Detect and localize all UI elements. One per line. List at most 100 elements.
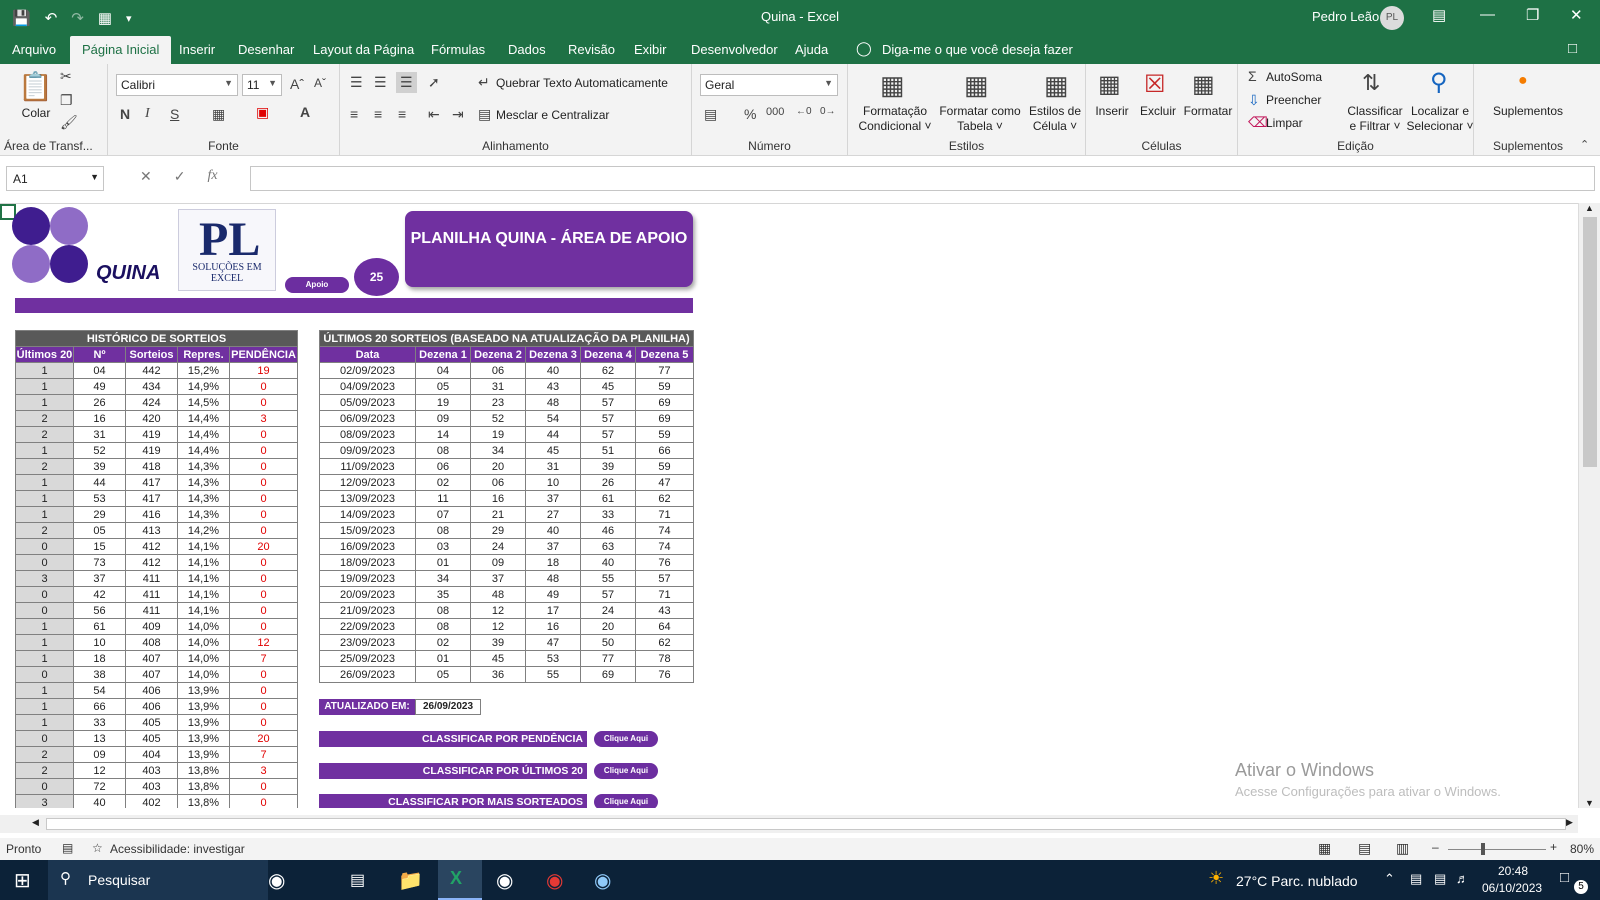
table-cell[interactable]: 0 [15,666,74,683]
table-cell[interactable]: 0 [228,778,299,795]
table-cell[interactable]: 24 [580,602,636,619]
tab-arquivo[interactable]: Arquivo [12,42,56,57]
paste-button[interactable]: Colar [18,106,54,121]
table-cell[interactable]: 02/09/2023 [319,362,416,379]
ribbon-display-icon[interactable]: ▤ [1432,6,1446,24]
insert-cells-icon[interactable]: ▦ [1098,70,1121,99]
minimize-icon[interactable]: — [1480,6,1495,23]
table-cell[interactable]: 0 [228,698,299,715]
table-cell[interactable]: 13,9% [177,698,230,715]
table-cell[interactable]: 434 [125,378,178,395]
table-cell[interactable]: 77 [580,650,636,667]
accessibility-icon[interactable]: ☆ [92,841,103,855]
table-cell[interactable]: 06 [470,474,526,491]
table-cell[interactable]: 0 [228,378,299,395]
table-cell[interactable]: 13,9% [177,746,230,763]
table-cell[interactable]: 27 [525,506,581,523]
table-cell[interactable]: 31 [525,458,581,475]
conditional-format-button[interactable]: Formatação Condicional ˅ [852,104,938,134]
excel-taskbar-button[interactable]: X [438,860,482,900]
scroll-down-icon[interactable]: ▼ [1585,798,1594,808]
table-cell[interactable]: 59 [634,458,695,475]
table-cell[interactable]: 64 [634,618,695,635]
tab-desenvolvedor[interactable]: Desenvolvedor [691,42,778,57]
table-cell[interactable]: 14,1% [177,570,230,587]
table-cell[interactable]: 46 [580,522,636,539]
autosum-button[interactable]: AutoSoma [1266,70,1322,85]
table-cell[interactable]: 54 [73,682,126,699]
table-cell[interactable]: 15 [73,538,126,555]
table-cell[interactable]: 2 [15,458,74,475]
table-cell[interactable]: 14,0% [177,634,230,651]
table-cell[interactable]: 66 [73,698,126,715]
table-cell[interactable]: 06/09/2023 [319,410,416,427]
table-cell[interactable]: 7 [228,650,299,667]
format-table-icon[interactable]: ▦ [964,70,989,101]
shrink-font-icon[interactable]: Aˇ [314,76,326,90]
table-cell[interactable]: 0 [228,794,299,808]
table-cell[interactable]: 406 [125,682,178,699]
classify-pending-button[interactable]: Clique Aqui [594,731,658,747]
table-cell[interactable]: 37 [525,490,581,507]
table-cell[interactable]: 21/09/2023 [319,602,416,619]
table-cell[interactable]: 61 [580,490,636,507]
table-cell[interactable]: 417 [125,490,178,507]
table-cell[interactable]: 69 [634,394,695,411]
formula-input[interactable] [250,166,1595,191]
table-cell[interactable]: 408 [125,634,178,651]
worksheet[interactable]: QUINA PL SOLUÇÕES EM EXCEL Apoio 25 PLAN… [0,203,1578,808]
table-cell[interactable]: 3 [228,762,299,779]
increase-indent-icon[interactable]: ⇥ [452,106,464,123]
table-cell[interactable]: 51 [580,442,636,459]
table-cell[interactable]: 1 [15,506,74,523]
accessibility-status[interactable]: Acessibilidade: investigar [110,842,245,856]
table-cell[interactable]: 76 [634,666,695,683]
taskbar-search[interactable]: ⚲ Pesquisar [48,860,268,900]
clear-icon[interactable]: ⌫ [1248,114,1268,131]
tab-dados[interactable]: Dados [508,42,546,57]
table-cell[interactable]: 71 [634,506,695,523]
table-cell[interactable]: 411 [125,586,178,603]
tab-layout[interactable]: Layout da Página [313,42,414,57]
page-break-view-icon[interactable]: ▥ [1396,840,1409,857]
table-cell[interactable]: 16 [470,490,526,507]
table-cell[interactable]: 45 [525,442,581,459]
table-cell[interactable]: 74 [634,538,695,555]
table-cell[interactable]: 0 [228,554,299,571]
table-cell[interactable]: 37 [470,570,526,587]
addins-button[interactable]: Suplementos [1474,104,1582,119]
table-cell[interactable]: 418 [125,458,178,475]
classify-last20-button[interactable]: Clique Aqui [594,763,658,779]
table-cell[interactable]: 403 [125,778,178,795]
table-cell[interactable]: 53 [525,650,581,667]
table-cell[interactable]: 25/09/2023 [319,650,416,667]
table-cell[interactable]: 1 [15,474,74,491]
table-cell[interactable]: 57 [634,570,695,587]
table-cell[interactable]: 14,1% [177,538,230,555]
table-cell[interactable]: 405 [125,714,178,731]
table-cell[interactable]: 3 [15,570,74,587]
table-cell[interactable]: 78 [634,650,695,667]
table-cell[interactable]: 34 [470,442,526,459]
table-cell[interactable]: 405 [125,730,178,747]
table-cell[interactable]: 2 [15,762,74,779]
table-cell[interactable]: 66 [634,442,695,459]
table-cell[interactable]: 39 [73,458,126,475]
table-cell[interactable]: 03 [415,538,471,555]
number-format-select[interactable]: Geral ▼ [700,74,838,96]
apoio-button[interactable]: Apoio [285,277,349,293]
table-cell[interactable]: 01 [415,650,471,667]
table-cell[interactable]: 0 [228,506,299,523]
table-cell[interactable]: 35 [415,586,471,603]
decrease-decimal-icon[interactable]: 0→ [820,106,836,117]
delete-cells-button[interactable]: Excluir [1136,104,1180,119]
table-cell[interactable]: 12/09/2023 [319,474,416,491]
sort-filter-button[interactable]: Classificar e Filtrar ˅ [1344,104,1406,134]
table-cell[interactable]: 40 [525,362,581,379]
table-cell[interactable]: 31 [470,378,526,395]
table-cell[interactable]: 26 [73,394,126,411]
table-cell[interactable]: 14,3% [177,474,230,491]
page-layout-view-icon[interactable]: ▤ [1358,840,1371,857]
horizontal-scrollbar[interactable]: ◀ ▶ [0,815,1578,833]
table-cell[interactable]: 10 [525,474,581,491]
